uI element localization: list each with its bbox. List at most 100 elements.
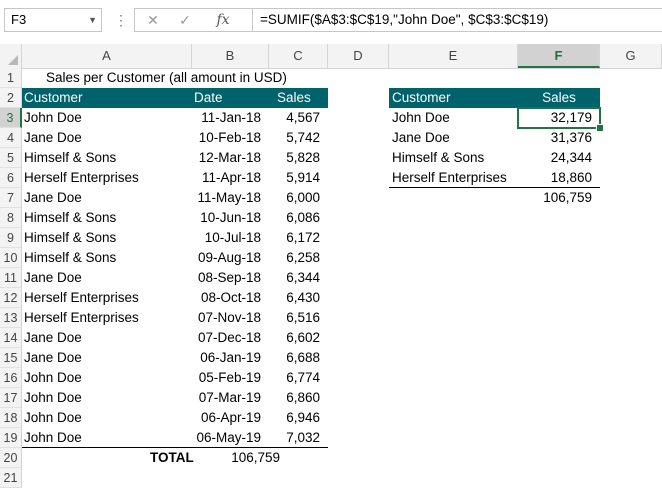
customer-cell[interactable]: Jane Doe	[22, 188, 192, 208]
date-cell[interactable]: 06-Jan-19	[192, 348, 269, 368]
summary-sales-cell[interactable]: 32,179	[518, 108, 600, 128]
sales-cell[interactable]: 6,860	[269, 388, 328, 408]
row-header-2[interactable]: 2	[0, 88, 22, 108]
summary-sales-cell[interactable]: 31,376	[518, 128, 600, 148]
row-header-14[interactable]: 14	[0, 328, 22, 348]
summary-header-customer[interactable]: Customer	[389, 88, 518, 108]
customer-cell[interactable]: Himself & Sons	[22, 248, 192, 268]
summary-customer-cell[interactable]: Herself Enterprises	[389, 168, 518, 188]
sales-cell[interactable]: 6,602	[269, 328, 328, 348]
sheet-title[interactable]: Sales per Customer (all amount in USD)	[22, 68, 322, 88]
customer-cell[interactable]: John Doe	[22, 428, 192, 448]
sales-cell[interactable]: 6,086	[269, 208, 328, 228]
date-cell[interactable]: 10-Jul-18	[192, 228, 269, 248]
chevron-down-icon[interactable]: ▼	[88, 9, 97, 31]
date-cell[interactable]: 06-May-19	[192, 428, 269, 448]
customer-cell[interactable]: John Doe	[22, 388, 192, 408]
sales-cell[interactable]: 6,430	[269, 288, 328, 308]
row-header-18[interactable]: 18	[0, 408, 22, 428]
row-header-10[interactable]: 10	[0, 248, 22, 268]
sales-cell[interactable]: 6,172	[269, 228, 328, 248]
column-header-f[interactable]: F	[518, 44, 600, 68]
column-header-e[interactable]: E	[389, 44, 518, 68]
summary-sales-cell[interactable]: 24,344	[518, 148, 600, 168]
row-header-9[interactable]: 9	[0, 228, 22, 248]
summary-customer-cell[interactable]: John Doe	[389, 108, 518, 128]
customer-cell[interactable]: Herself Enterprises	[22, 308, 192, 328]
customer-cell[interactable]: Himself & Sons	[22, 208, 192, 228]
sales-cell[interactable]: 6,688	[269, 348, 328, 368]
date-cell[interactable]: 05-Feb-19	[192, 368, 269, 388]
insert-function-icon[interactable]: fx	[210, 9, 236, 31]
sales-cell[interactable]: 6,946	[269, 408, 328, 428]
date-cell[interactable]: 10-Jun-18	[192, 208, 269, 228]
summary-total-value[interactable]: 106,759	[518, 188, 600, 208]
sales-cell[interactable]: 4,567	[269, 108, 328, 128]
cancel-icon[interactable]: ✕	[140, 9, 166, 31]
sales-cell[interactable]: 7,032	[269, 428, 328, 448]
sales-cell[interactable]: 6,774	[269, 368, 328, 388]
column-header-c[interactable]: C	[269, 44, 328, 68]
total-value[interactable]: 106,759	[229, 448, 288, 468]
header-date[interactable]: Date	[192, 88, 269, 108]
column-header-a[interactable]: A	[22, 44, 192, 68]
sales-cell[interactable]: 5,828	[269, 148, 328, 168]
customer-cell[interactable]: Herself Enterprises	[22, 288, 192, 308]
date-cell[interactable]: 11-Jan-18	[192, 108, 269, 128]
sales-cell[interactable]: 6,000	[269, 188, 328, 208]
date-cell[interactable]: 11-May-18	[192, 188, 269, 208]
row-header-7[interactable]: 7	[0, 188, 22, 208]
row-header-21[interactable]: 21	[0, 468, 22, 488]
row-header-19[interactable]: 19	[0, 428, 22, 448]
row-header-4[interactable]: 4	[0, 128, 22, 148]
summary-customer-cell[interactable]: Himself & Sons	[389, 148, 518, 168]
customer-cell[interactable]: Jane Doe	[22, 128, 192, 148]
formula-input[interactable]: =SUMIF($A$3:$C$19,"John Doe", $C$3:$C$19…	[252, 8, 662, 32]
date-cell[interactable]: 07-Dec-18	[192, 328, 269, 348]
sales-cell[interactable]: 5,742	[269, 128, 328, 148]
date-cell[interactable]: 08-Oct-18	[192, 288, 269, 308]
select-all-corner[interactable]	[0, 44, 22, 68]
enter-icon[interactable]: ✓	[172, 9, 198, 31]
header-sales[interactable]: Sales	[269, 88, 328, 108]
date-cell[interactable]: 06-Apr-19	[192, 408, 269, 428]
header-customer[interactable]: Customer	[22, 88, 192, 108]
summary-customer-cell[interactable]: Jane Doe	[389, 128, 518, 148]
row-header-11[interactable]: 11	[0, 268, 22, 288]
row-header-20[interactable]: 20	[0, 448, 22, 468]
customer-cell[interactable]: Himself & Sons	[22, 228, 192, 248]
date-cell[interactable]: 08-Sep-18	[192, 268, 269, 288]
customer-cell[interactable]: Himself & Sons	[22, 148, 192, 168]
row-header-6[interactable]: 6	[0, 168, 22, 188]
row-header-17[interactable]: 17	[0, 388, 22, 408]
row-header-5[interactable]: 5	[0, 148, 22, 168]
customer-cell[interactable]: John Doe	[22, 368, 192, 388]
sales-cell[interactable]: 6,258	[269, 248, 328, 268]
row-header-3[interactable]: 3	[0, 108, 22, 128]
row-header-8[interactable]: 8	[0, 208, 22, 228]
customer-cell[interactable]: John Doe	[22, 108, 192, 128]
date-cell[interactable]: 12-Mar-18	[192, 148, 269, 168]
customer-cell[interactable]: Jane Doe	[22, 268, 192, 288]
row-header-1[interactable]: 1	[0, 68, 22, 88]
date-cell[interactable]: 09-Aug-18	[192, 248, 269, 268]
customer-cell[interactable]: Herself Enterprises	[22, 168, 192, 188]
row-header-12[interactable]: 12	[0, 288, 22, 308]
row-header-13[interactable]: 13	[0, 308, 22, 328]
date-cell[interactable]: 10-Feb-18	[192, 128, 269, 148]
row-header-16[interactable]: 16	[0, 368, 22, 388]
customer-cell[interactable]: Jane Doe	[22, 328, 192, 348]
more-options-icon[interactable]: ⋮	[114, 9, 128, 31]
spreadsheet-grid[interactable]: ABCDEFG 1 2 3 4 5 6 7 8 9 10 11 12 13 14 15 16 17 18 19 20 2…	[0, 44, 662, 493]
date-cell[interactable]: 07-Nov-18	[192, 308, 269, 328]
sales-cell[interactable]: 6,516	[269, 308, 328, 328]
fill-handle[interactable]	[596, 124, 604, 132]
summary-sales-cell[interactable]: 18,860	[518, 168, 600, 188]
customer-cell[interactable]: John Doe	[22, 408, 192, 428]
summary-header-sales[interactable]: Sales	[518, 88, 600, 108]
column-header-g[interactable]: G	[600, 44, 662, 68]
sales-cell[interactable]: 5,914	[269, 168, 328, 188]
sales-cell[interactable]: 6,344	[269, 268, 328, 288]
column-header-b[interactable]: B	[192, 44, 269, 68]
date-cell[interactable]: 07-Mar-19	[192, 388, 269, 408]
